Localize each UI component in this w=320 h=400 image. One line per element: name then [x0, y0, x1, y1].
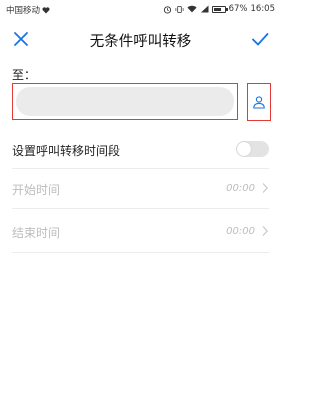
end-time-row[interactable]: 结束时间 00:00: [12, 218, 269, 246]
clock: 16:05: [250, 4, 276, 14]
end-time-value: 00:00: [226, 226, 255, 237]
divider: [12, 168, 269, 169]
battery-level-fill: [213, 7, 221, 11]
heart-icon: [42, 6, 50, 13]
divider: [12, 208, 269, 209]
page-title: 无条件呼叫转移: [89, 34, 192, 50]
divider: [12, 252, 269, 253]
start-time-row[interactable]: 开始时间 00:00: [12, 175, 269, 203]
carrier-name: 中国移动: [6, 6, 41, 16]
time-period-row: 设置呼叫转移时间段: [12, 136, 269, 164]
chevron-right-icon: [262, 183, 269, 193]
contact-icon: [253, 96, 265, 109]
signal-icon: [200, 5, 209, 13]
alarm-icon: [163, 5, 171, 14]
status-bar: 中国移动 67% 16:05: [0, 0, 281, 18]
forward-number-field-frame: [12, 83, 238, 120]
forward-number-input[interactable]: [16, 87, 234, 116]
wifi-icon: [187, 5, 197, 13]
status-left: 中国移动: [6, 4, 50, 16]
toggle-knob: [237, 142, 251, 156]
status-right: 67% 16:05: [163, 4, 275, 14]
battery-percent: 67%: [228, 4, 248, 14]
start-time-value: 00:00: [226, 183, 255, 194]
vibrate-icon: [175, 5, 184, 13]
time-period-toggle[interactable]: [236, 141, 269, 157]
time-period-label: 设置呼叫转移时间段: [12, 144, 121, 158]
battery-icon: [211, 5, 228, 13]
contact-picker-button[interactable]: [247, 83, 271, 121]
title-bar: 无条件呼叫转移: [0, 22, 281, 56]
end-time-label: 结束时间: [12, 226, 61, 240]
start-time-label: 开始时间: [12, 183, 61, 197]
check-icon: [252, 33, 269, 46]
to-label: 至：: [12, 68, 37, 82]
chevron-right-icon: [262, 226, 269, 236]
confirm-button[interactable]: [249, 28, 271, 50]
